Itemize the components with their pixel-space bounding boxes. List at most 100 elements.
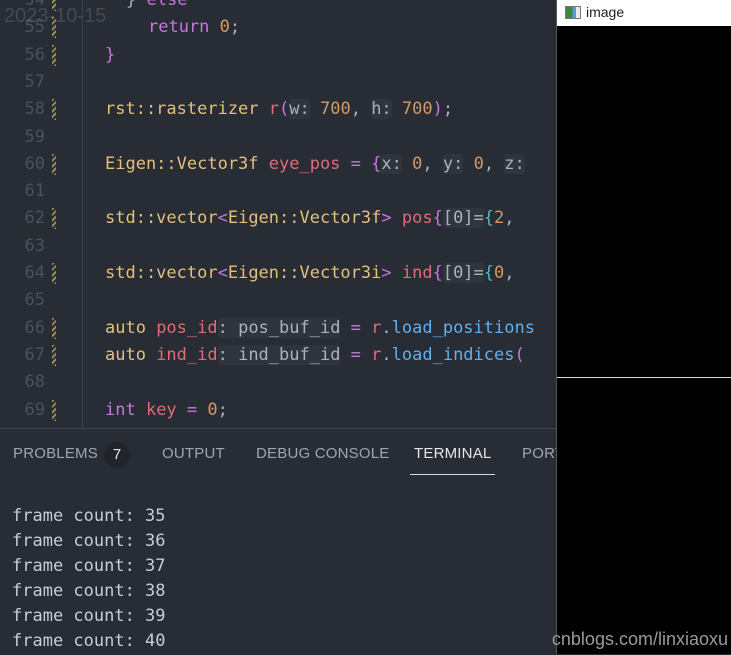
line-number: 57 [24, 71, 45, 92]
line-number: 63 [24, 235, 45, 256]
code-token: , [504, 208, 515, 229]
site-watermark: cnblogs.com/linxiaoxu [551, 629, 728, 649]
git-change-marker [52, 399, 56, 421]
code-line[interactable]: 68 [0, 369, 556, 396]
code-line[interactable]: 64 std::vector<Eigen::Vector3i> ind{[0]={… [0, 260, 556, 287]
line-number: 56 [24, 44, 45, 65]
code-editor[interactable]: 54} else 55 return 0; 56} 57 58 rst::rasterize… [0, 0, 556, 428]
line-number: 66 [24, 317, 45, 338]
code-token: load_indices [391, 344, 515, 365]
code-line[interactable]: 60 Eigen::Vector3f eye_pos = {x: 0, y: 0,… [0, 151, 556, 178]
code-token: std::vector [105, 263, 218, 283]
code-token: = [340, 317, 372, 338]
git-change-marker [52, 208, 56, 230]
code-token: auto [105, 317, 157, 338]
code-token: Eigen::Vector3f [227, 208, 382, 229]
code-token: auto [105, 344, 157, 365]
problems-count-badge: 7 [104, 442, 130, 468]
git-change-marker [52, 344, 56, 366]
line-number: 61 [24, 181, 45, 202]
code-token: r [371, 344, 382, 365]
tab-debug-console[interactable]: DEBUG CONSOLE [256, 445, 389, 462]
code-token: 0 [401, 153, 423, 174]
terminal-line: frame count: 38 [12, 581, 166, 601]
code-token: r [268, 99, 280, 120]
terminal-line: frame count: 37 [12, 556, 166, 576]
inlay-hint: x: [381, 153, 402, 174]
code-token: 0 [209, 17, 230, 38]
terminal-line: frame count: 40 [12, 631, 166, 651]
code-line[interactable]: 57 [0, 69, 556, 96]
code-token: { [432, 208, 443, 229]
tab-terminal[interactable]: TERMINAL [409, 445, 496, 475]
code-line[interactable]: 62 std::vector<Eigen::Vector3f> pos{[0]={… [0, 205, 556, 232]
code-token: 700 [309, 99, 351, 120]
code-token: int [105, 399, 146, 420]
image-window[interactable]: image cnblogs.com/linxiaoxu [552, 0, 731, 654]
code-token: 0 [463, 153, 484, 174]
code-token: Eigen::Vector3i [227, 263, 382, 283]
code-token: 0 [494, 263, 505, 283]
code-token: Eigen::Vector3f [105, 153, 269, 174]
code-token: 700 [391, 99, 433, 120]
code-text: auto pos_id: pos_buf_id = r.load_positio… [105, 315, 535, 342]
line-number: 67 [24, 344, 45, 365]
code-token: eye_pos [268, 153, 341, 174]
inlay-hint: y: [442, 153, 464, 174]
code-token: = [340, 153, 372, 174]
window-app-icon [565, 6, 581, 19]
code-token: { [483, 263, 495, 283]
code-token: { [371, 153, 382, 174]
git-change-marker [52, 44, 56, 66]
code-token: } [105, 44, 116, 65]
tab-problems[interactable]: PROBLEMS [13, 445, 98, 462]
code-token: rst::rasterizer [105, 99, 269, 120]
terminal-output[interactable]: frame count: 35 frame count: 36 frame coun… [12, 504, 166, 654]
code-line[interactable]: 58 rst::rasterizer r(w: 700, h: 700); [0, 96, 556, 123]
line-number: 64 [24, 263, 45, 283]
code-line[interactable]: 56} [0, 42, 556, 69]
code-token: > [381, 208, 392, 229]
image-window-titlebar[interactable]: image [557, 0, 731, 26]
code-text: } [105, 42, 115, 69]
code-token: > [381, 263, 392, 283]
git-change-marker [52, 99, 56, 121]
date-watermark: 2023-10-15 [4, 5, 107, 27]
code-text: return 0; [148, 14, 240, 41]
line-number: 65 [24, 290, 45, 311]
code-token: , [483, 153, 505, 174]
tab-output[interactable]: OUTPUT [162, 445, 225, 462]
terminal-line: frame count: 35 [12, 506, 166, 526]
code-token: key [145, 399, 177, 420]
code-token: ( [279, 99, 290, 120]
code-text: rst::rasterizer r(w: 700, h: 700); [105, 96, 453, 123]
code-text: } else [126, 0, 187, 14]
code-token: r [371, 317, 382, 338]
code-line[interactable]: 59 [0, 124, 556, 151]
code-token: ; [217, 399, 228, 420]
panel-tabs: PROBLEMS 7 OUTPUT DEBUG CONSOLE TERMINAL… [0, 429, 574, 479]
code-line[interactable]: 61 [0, 178, 556, 205]
terminal-line: frame count: 36 [12, 531, 166, 551]
code-token: pos_id [156, 317, 218, 338]
code-line[interactable]: 66 auto pos_id: pos_buf_id = r.load_posit… [0, 315, 556, 342]
code-line[interactable]: 63 [0, 233, 556, 260]
code-token: { [483, 208, 495, 229]
code-token: } [126, 0, 137, 10]
git-change-marker [52, 317, 56, 339]
code-token: pos [391, 208, 433, 229]
code-token: . [381, 317, 392, 338]
code-line[interactable]: 65 [0, 287, 556, 314]
code-token: = [176, 399, 208, 420]
code-token: { [432, 263, 443, 283]
git-change-marker [52, 263, 56, 284]
code-token: = [340, 344, 372, 365]
line-number: 69 [24, 399, 45, 420]
code-token: , [350, 99, 372, 120]
inlay-hint: z: [504, 153, 525, 174]
code-token: ind [391, 263, 433, 283]
code-line[interactable]: 69 int key = 0; [0, 397, 556, 424]
line-number: 59 [24, 126, 45, 147]
inlay-hint: : ind_buf_id [217, 344, 341, 365]
code-line[interactable]: 67 auto ind_id: ind_buf_id = r.load_indic… [0, 342, 556, 369]
